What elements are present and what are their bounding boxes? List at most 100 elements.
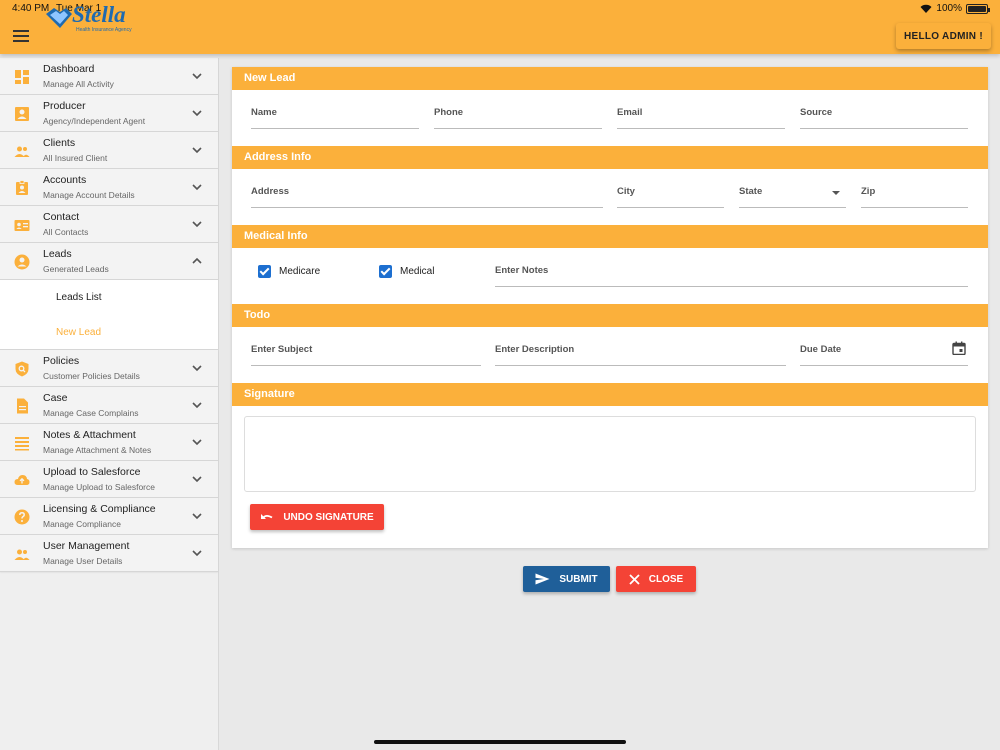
home-indicator[interactable] (374, 740, 626, 744)
app-header: 4:40 PM Tue Mar 1 100% Stella Health Ins… (0, 0, 1000, 54)
phone-field[interactable]: Phone (434, 107, 602, 129)
source-label: Source (800, 107, 833, 118)
document-icon (17, 398, 28, 414)
badge-icon (15, 107, 29, 121)
close-button[interactable]: CLOSE (616, 566, 696, 592)
sidebar-item-clients[interactable]: Clients All Insured Client (0, 132, 218, 169)
sidebar-item-subtitle: Agency/Independent Agent (43, 116, 146, 126)
chevron-down-icon (192, 439, 202, 446)
account-circle-icon (14, 254, 30, 270)
submit-button[interactable]: SUBMIT (523, 566, 610, 592)
zip-field[interactable]: Zip (861, 186, 968, 208)
status-indicators: 100% (920, 3, 990, 14)
sidebar-item-producer[interactable]: Producer Agency/Independent Agent (0, 95, 218, 132)
sidebar-item-title: Policies (43, 355, 80, 367)
email-field[interactable]: Email (617, 107, 785, 129)
chevron-down-icon (192, 110, 202, 117)
source-field[interactable]: Source (800, 107, 968, 129)
sidebar-item-title: Clients (43, 137, 76, 149)
checkbox-checked-icon (258, 265, 271, 278)
email-label: Email (617, 107, 643, 118)
submit-label: SUBMIT (559, 573, 598, 585)
wifi-icon (920, 4, 932, 13)
brand-name: Stella (72, 2, 126, 27)
sidebar-item-subtitle: Generated Leads (43, 264, 109, 274)
due-date-field[interactable]: Due Date (800, 341, 968, 366)
leads-submenu: Leads List New Lead (0, 280, 218, 350)
sidebar-item-title: Leads (43, 248, 72, 260)
sidebar: Dashboard Manage All Activity Producer A… (0, 58, 219, 750)
phone-label: Phone (434, 107, 464, 118)
sidebar-item-title: Accounts (43, 174, 87, 186)
medicare-label: Medicare (279, 266, 321, 277)
sidebar-item-policies[interactable]: Policies Customer Policies Details (0, 350, 218, 387)
sidebar-item-title: Upload to Salesforce (43, 466, 141, 478)
sidebar-item-accounts[interactable]: Accounts Manage Account Details (0, 169, 218, 206)
chevron-down-icon (192, 221, 202, 228)
city-field[interactable]: City (617, 186, 724, 208)
battery-percent: 100% (936, 3, 962, 14)
description-label: Enter Description (495, 344, 575, 355)
people-icon (14, 549, 30, 560)
chevron-up-icon (192, 257, 202, 264)
city-label: City (617, 186, 635, 197)
sidebar-item-title: Dashboard (43, 63, 95, 75)
section-header-address: Address Info (232, 146, 988, 169)
dropdown-arrow-icon (832, 191, 840, 195)
chevron-down-icon (192, 73, 202, 80)
brand-logo: Stella Health Insurance Agency (44, 2, 132, 33)
section-header-new-lead: New Lead (232, 67, 988, 90)
submenu-new-lead[interactable]: New Lead (56, 327, 101, 338)
chevron-down-icon (192, 402, 202, 409)
new-lead-form: New Lead Name Phone Email Source Address… (232, 67, 988, 548)
subject-field[interactable]: Enter Subject (251, 344, 481, 366)
sidebar-item-licensing-compliance[interactable]: Licensing & Compliance Manage Compliance (0, 498, 218, 535)
submenu-leads-list[interactable]: Leads List (56, 292, 102, 303)
sidebar-item-subtitle: Manage Upload to Salesforce (43, 482, 155, 492)
sidebar-item-subtitle: Manage Case Complains (43, 408, 139, 418)
policy-shield-icon (15, 361, 29, 377)
sidebar-item-title: Case (43, 392, 68, 404)
undo-signature-button[interactable]: UNDO SIGNATURE (250, 504, 384, 530)
sidebar-item-notes-attachment[interactable]: Notes & Attachment Manage Attachment & N… (0, 424, 218, 461)
sidebar-item-title: Notes & Attachment (43, 429, 136, 441)
sidebar-item-title: User Management (43, 540, 130, 552)
medicare-checkbox[interactable]: Medicare (258, 265, 320, 278)
medical-checkbox[interactable]: Medical (379, 265, 434, 278)
section-header-medical: Medical Info (232, 225, 988, 248)
signature-pad[interactable] (244, 416, 976, 492)
sidebar-item-dashboard[interactable]: Dashboard Manage All Activity (0, 58, 218, 95)
sidebar-item-subtitle: Manage User Details (43, 556, 123, 566)
sidebar-item-contact[interactable]: Contact All Contacts (0, 206, 218, 243)
hamburger-menu-icon[interactable] (13, 30, 29, 42)
sidebar-item-upload-salesforce[interactable]: Upload to Salesforce Manage Upload to Sa… (0, 461, 218, 498)
zip-label: Zip (861, 186, 876, 197)
address-field[interactable]: Address (251, 186, 603, 208)
chevron-down-icon (192, 550, 202, 557)
chevron-down-icon (192, 184, 202, 191)
sidebar-item-leads[interactable]: Leads Generated Leads (0, 243, 218, 280)
people-icon (14, 146, 30, 157)
sidebar-item-user-management[interactable]: User Management Manage User Details (0, 535, 218, 572)
chevron-down-icon (192, 476, 202, 483)
notes-field[interactable]: Enter Notes (495, 265, 968, 287)
sidebar-item-case[interactable]: Case Manage Case Complains (0, 387, 218, 424)
sidebar-item-subtitle: All Insured Client (43, 153, 108, 163)
undo-icon (261, 514, 273, 519)
state-select[interactable]: State (739, 186, 846, 208)
hello-admin-button[interactable]: HELLO ADMIN ! (896, 23, 991, 49)
help-icon (14, 509, 30, 525)
sidebar-item-title: Licensing & Compliance (43, 503, 156, 515)
section-header-signature: Signature (232, 383, 988, 406)
sidebar-item-subtitle: Manage Compliance (43, 519, 121, 529)
sidebar-item-subtitle: Manage Attachment & Notes (43, 445, 152, 455)
send-icon (535, 573, 550, 585)
calendar-icon[interactable] (952, 341, 966, 355)
contact-card-icon (14, 220, 30, 231)
name-field[interactable]: Name (251, 107, 419, 129)
name-label: Name (251, 107, 277, 118)
section-header-todo: Todo (232, 304, 988, 327)
description-field[interactable]: Enter Description (495, 344, 786, 366)
close-icon (629, 573, 640, 585)
account-box-icon (16, 180, 28, 195)
